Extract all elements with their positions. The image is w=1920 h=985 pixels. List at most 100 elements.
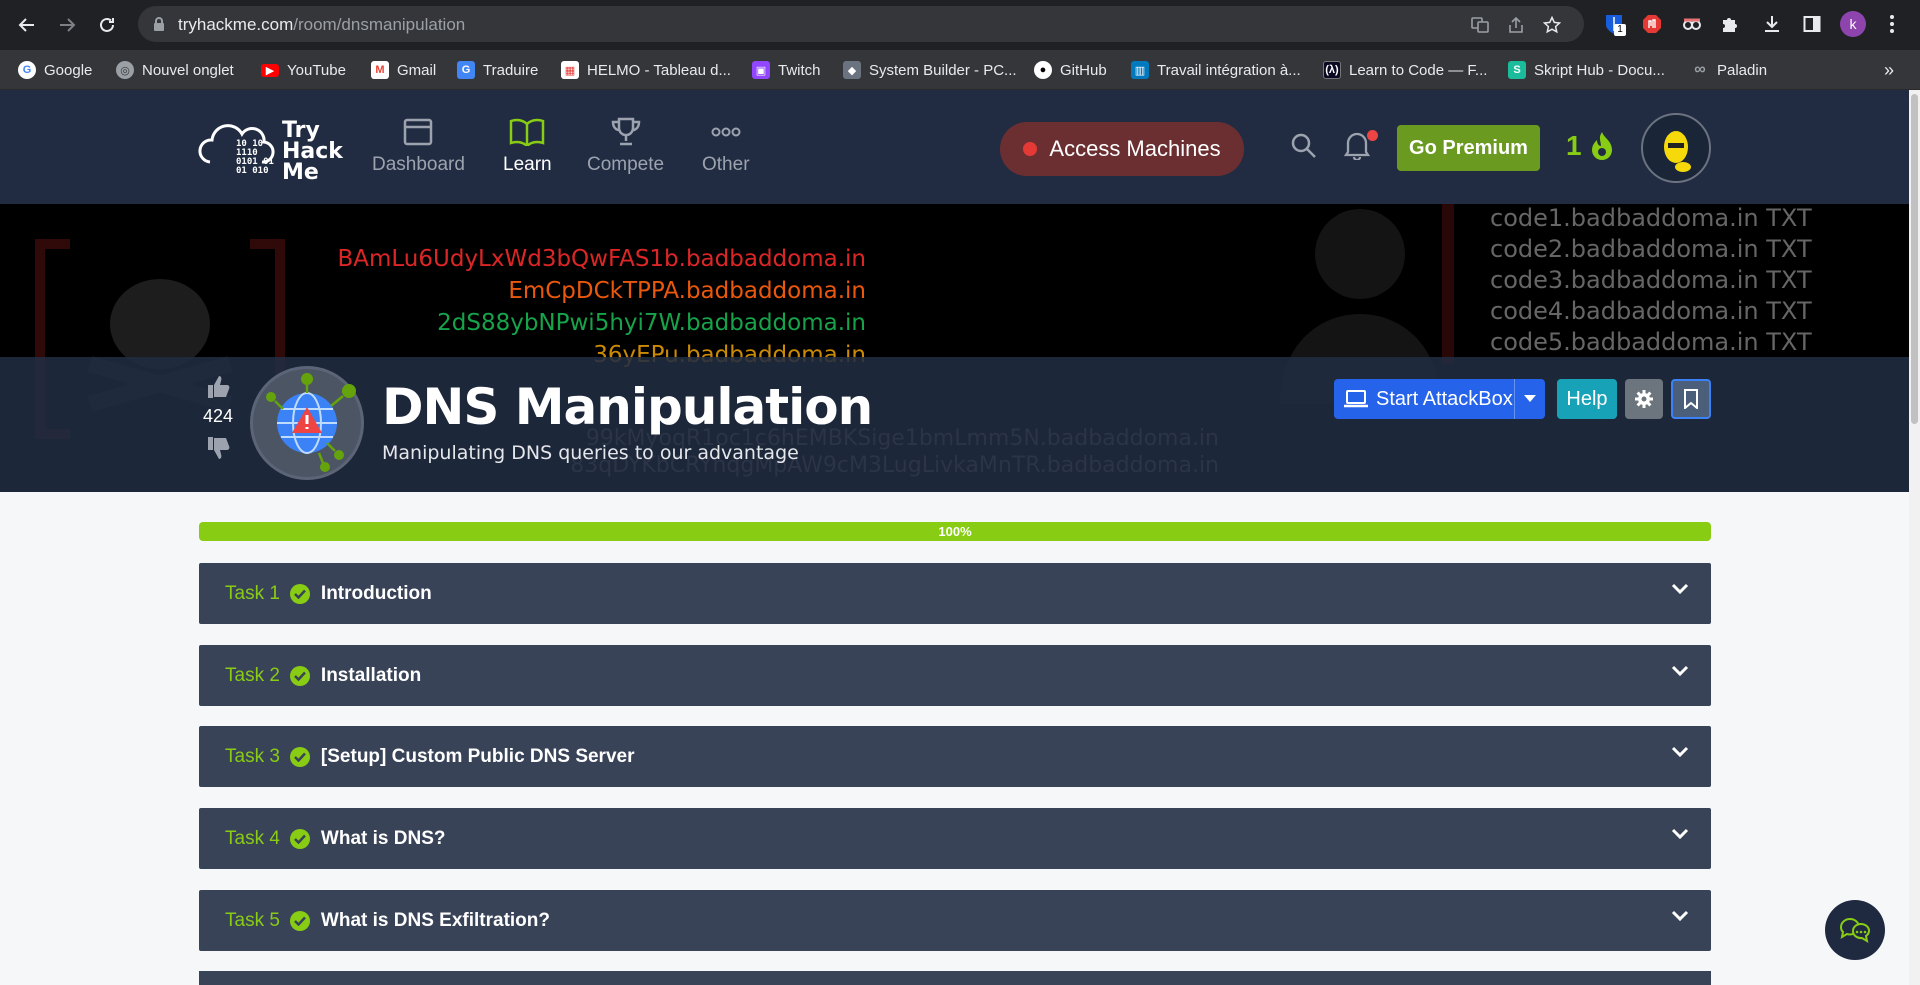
back-button[interactable] (14, 12, 40, 38)
url-text[interactable]: tryhackme.com/room/dnsmanipulation (178, 15, 465, 35)
forward-button[interactable] (54, 12, 80, 38)
bookmark-google[interactable]: G Google (18, 60, 92, 80)
check-circle-icon (289, 583, 310, 604)
access-machines-button[interactable]: Access Machines (1000, 122, 1244, 176)
nav-compete[interactable]: Compete (587, 116, 664, 176)
check-circle-icon (289, 746, 310, 767)
thumbs-down-icon[interactable] (205, 435, 231, 461)
status-dot (1023, 142, 1038, 156)
thumbs-up-icon[interactable] (205, 374, 231, 400)
share-icon[interactable] (1506, 15, 1526, 35)
bookmark-travail-integration[interactable]: ▥ Travail intégration à... (1131, 60, 1301, 80)
translate-icon[interactable] (1470, 15, 1490, 35)
check-circle-icon (289, 828, 310, 849)
task-accordion[interactable]: Task 1 Introduction (199, 563, 1711, 624)
bookmarks-bar: G Google ◎ Nouvel onglet ▶ YouTube M Gmail G… (0, 50, 1920, 90)
task-number: Task 4 (225, 827, 280, 849)
incognito-extension-icon[interactable] (1680, 12, 1704, 36)
start-attackbox-main[interactable]: Start AttackBox (1334, 388, 1514, 411)
vote-widget: 424 (200, 374, 236, 461)
trophy-icon (611, 117, 640, 146)
chevron-down-icon[interactable] (1671, 910, 1689, 922)
reload-button[interactable] (94, 12, 120, 38)
hero-code-line: EmCpDCkTPPA.badbaddoma.in (508, 278, 866, 304)
google-icon: G (18, 61, 36, 79)
task-title: [Setup] Custom Public DNS Server (320, 745, 635, 767)
browser-toolbar: tryhackme.com/room/dnsmanipulation 1 k (0, 0, 1920, 50)
txt-record-line: code5.badbaddoma.in TXT (1490, 328, 1812, 356)
bookmark-github[interactable]: ● GitHub (1034, 60, 1107, 80)
bookmark-system-builder[interactable]: ◆ System Builder - PC... (843, 60, 1017, 80)
chrome-menu-icon[interactable] (1880, 12, 1904, 36)
task-title: What is DNS? (320, 827, 446, 849)
chevron-down-icon[interactable] (1671, 665, 1689, 677)
bookmark-traduire[interactable]: G Traduire (457, 60, 538, 80)
task-number: Task 1 (225, 582, 280, 604)
arrow-right-icon (60, 18, 76, 32)
dashboard-icon (404, 118, 433, 146)
puzzle-extensions-icon[interactable] (1718, 12, 1742, 36)
user-avatar[interactable] (1641, 113, 1711, 183)
scrollbar-thumb[interactable] (1911, 94, 1918, 424)
task-accordion[interactable]: Task 2 Installation (199, 645, 1711, 706)
bitwarden-extension-icon[interactable]: 1 (1602, 12, 1626, 36)
bookmark-nouvel-onglet[interactable]: ◎ Nouvel onglet (116, 60, 234, 80)
bookmark-paladin[interactable]: ∞ Paladin (1691, 60, 1767, 80)
task-title: Introduction (320, 582, 432, 604)
task-accordion[interactable]: Task 5 What is DNS Exfiltration? (199, 890, 1711, 951)
go-premium-button[interactable]: Go Premium (1397, 125, 1540, 171)
page-scrollbar[interactable] (1909, 90, 1920, 985)
chevron-down-icon[interactable] (1671, 746, 1689, 758)
check-circle-icon (289, 910, 310, 931)
task-title: What is DNS Exfiltration? (320, 909, 550, 931)
streak-counter[interactable]: 1 (1566, 130, 1616, 162)
fire-streak-icon (1591, 132, 1612, 160)
hero-code-line: 2dS88ybNPwi5hyi7W.badbaddoma.in (437, 310, 866, 336)
task-number: Task 2 (225, 664, 280, 686)
bookmark-helmo[interactable]: ▦ HELMO - Tableau d... (561, 60, 731, 80)
room-options-button[interactable] (1625, 379, 1663, 419)
room-progress-bar: 100% (199, 522, 1711, 541)
bitwarden-badge: 1 (1614, 24, 1626, 36)
lock-icon[interactable] (152, 16, 166, 32)
task-accordion[interactable]: Task 4 What is DNS? (199, 808, 1711, 869)
help-button[interactable]: Help (1557, 379, 1617, 419)
more-bookmarks-chevron-icon[interactable]: » (1884, 60, 1894, 80)
side-panel-icon[interactable] (1800, 12, 1824, 36)
laptop-icon (1344, 390, 1368, 408)
nav-other[interactable]: Other (702, 116, 750, 176)
star-icon[interactable] (1542, 15, 1562, 35)
address-bar[interactable]: tryhackme.com/room/dnsmanipulation (138, 6, 1584, 42)
avatar-icon (1664, 131, 1691, 172)
profile-avatar[interactable]: k (1840, 11, 1866, 37)
gear-icon (1635, 390, 1653, 408)
txt-record-line: code1.badbaddoma.in TXT (1490, 204, 1812, 232)
start-attackbox-button[interactable]: Start AttackBox (1334, 379, 1545, 419)
chevron-down-icon[interactable] (1671, 583, 1689, 595)
bookmark-youtube[interactable]: ▶ YouTube (261, 60, 346, 80)
nav-learn[interactable]: Learn (503, 116, 552, 176)
open-book-icon (510, 118, 545, 146)
chat-button[interactable] (1825, 900, 1885, 960)
search-icon[interactable] (1290, 132, 1318, 160)
page-subtitle: Manipulating DNS queries to our advantag… (382, 442, 799, 464)
bookmark-gmail[interactable]: M Gmail (371, 60, 436, 80)
nav-dashboard[interactable]: Dashboard (372, 116, 465, 176)
logo-text: Try Hack Me (282, 118, 343, 185)
download-icon[interactable] (1760, 12, 1784, 36)
task-accordion-partial[interactable] (199, 971, 1711, 985)
bookmark-skript-hub[interactable]: S Skript Hub - Docu... (1508, 60, 1665, 80)
bookmark-learn-to-code[interactable]: (λ) Learn to Code — F... (1323, 60, 1487, 80)
chevron-down-icon[interactable] (1671, 828, 1689, 840)
task-accordion[interactable]: Task 3 [Setup] Custom Public DNS Server (199, 726, 1711, 787)
tryhackme-logo[interactable]: 10 10 1110 0101 01 01 010 Try Hack Me (198, 106, 348, 186)
attackbox-dropdown-toggle[interactable] (1514, 379, 1545, 419)
adblock-extension-icon[interactable] (1640, 12, 1664, 36)
save-room-button[interactable] (1671, 379, 1711, 419)
globe-warning-icon (266, 373, 356, 472)
task-number: Task 5 (225, 909, 280, 931)
twitch-icon: ▣ (752, 61, 770, 79)
logo-bits: 10 10 1110 0101 01 01 010 (236, 139, 274, 176)
globe-icon: ◎ (116, 61, 134, 79)
bookmark-twitch[interactable]: ▣ Twitch (752, 60, 821, 80)
